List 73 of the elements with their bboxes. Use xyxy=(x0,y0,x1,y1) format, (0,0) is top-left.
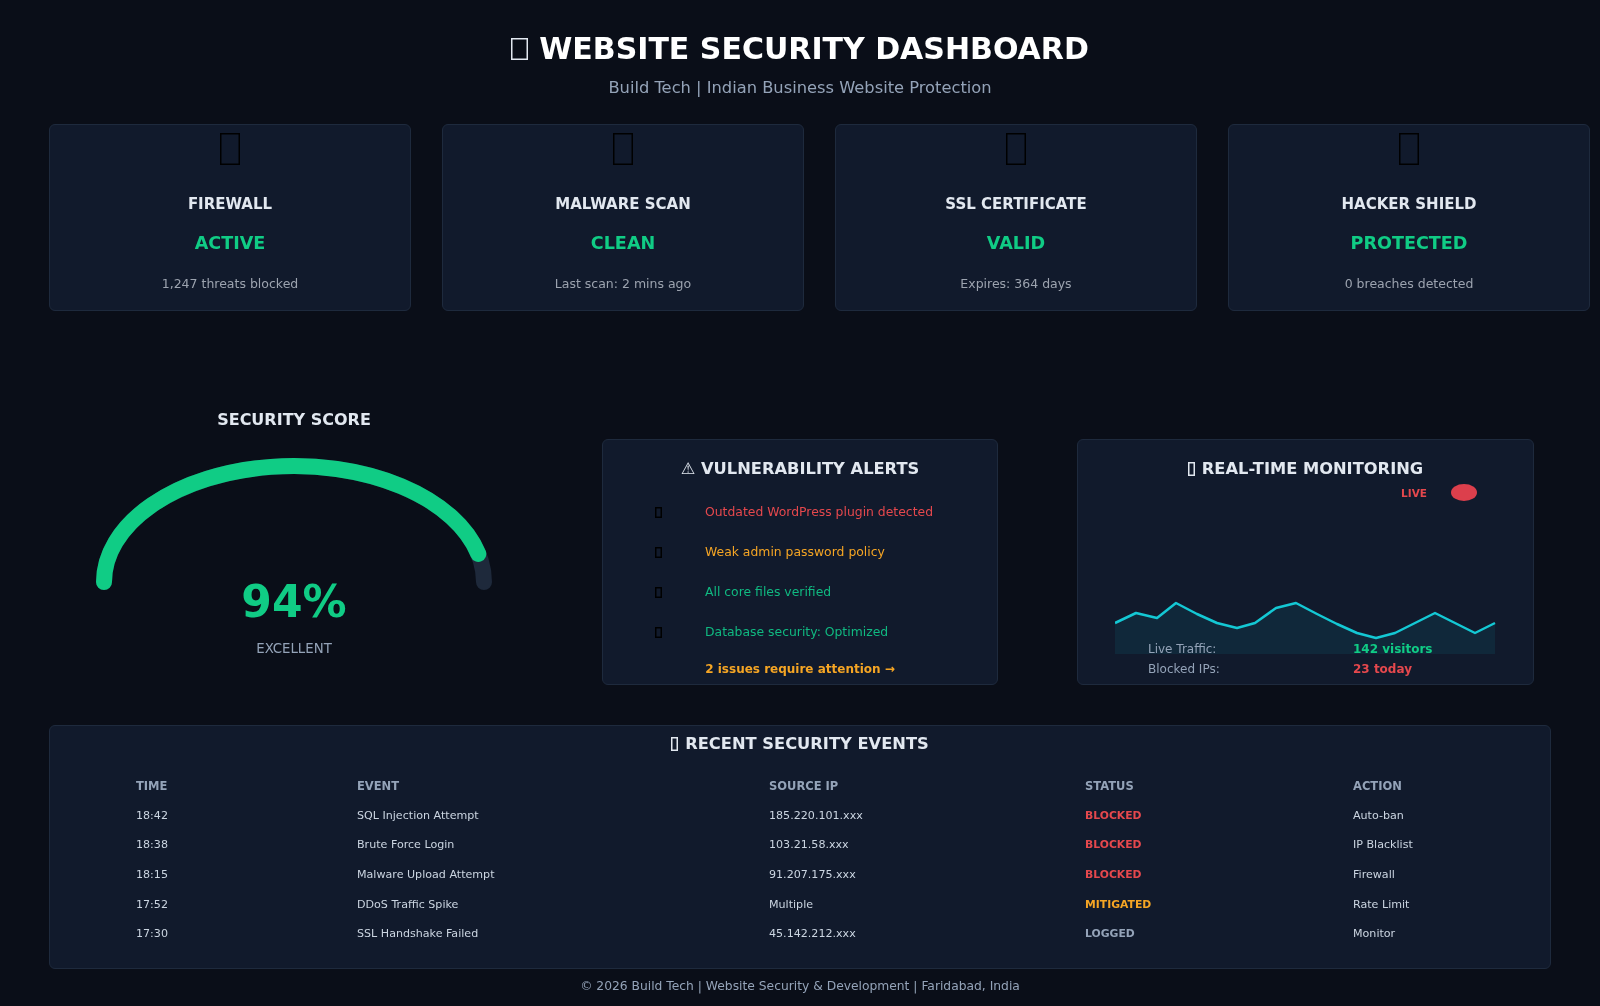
panel-title: REAL-TIME MONITORING xyxy=(1201,459,1424,479)
card-detail: 1,247 threats blocked xyxy=(161,276,299,292)
dashboard-subtitle: Build Tech | Indian Business Website Protection xyxy=(608,78,992,98)
missing-glyph-icon xyxy=(1399,133,1419,165)
live-label: LIVE xyxy=(1401,485,1427,500)
status-cell: MITIGATED xyxy=(1085,897,1152,912)
missing-glyph-icon xyxy=(613,133,633,165)
missing-glyph-icon xyxy=(1006,133,1026,165)
column-header: EVENT xyxy=(357,779,400,793)
action-cell: Rate Limit xyxy=(1353,897,1410,912)
event-cell: Brute Force Login xyxy=(357,838,455,853)
attention-link[interactable]: 2 issues require attention → xyxy=(705,661,895,677)
alert-text: Outdated WordPress plugin detected xyxy=(705,504,933,520)
time-cell: 17:52 xyxy=(136,897,168,912)
card-title: MALWARE SCAN xyxy=(555,195,691,213)
missing-glyph-icon xyxy=(1187,462,1195,476)
alert-text: Weak admin password policy xyxy=(705,544,885,560)
event-cell: SSL Handshake Failed xyxy=(357,927,479,942)
alert-text: Database security: Optimized xyxy=(705,624,889,640)
ip-cell: 185.220.101.xxx xyxy=(769,808,863,823)
ip-cell: 45.142.212.xxx xyxy=(769,927,856,942)
card-title: SSL CERTIFICATE xyxy=(945,195,1087,213)
column-header: ACTION xyxy=(1353,779,1402,793)
status-cell: BLOCKED xyxy=(1085,808,1142,823)
ip-cell: 103.21.58.xxx xyxy=(769,838,849,853)
status-cell: LOGGED xyxy=(1085,927,1135,942)
status-cell: BLOCKED xyxy=(1085,868,1142,882)
score-percentage: 94% xyxy=(241,576,347,628)
card-title: HACKER SHIELD xyxy=(1341,195,1477,213)
panel-title: RECENT SECURITY EVENTS xyxy=(685,734,929,754)
missing-glyph-icon xyxy=(220,133,240,165)
score-rating: EXCELLENT xyxy=(256,641,332,657)
missing-glyph-icon xyxy=(655,546,662,558)
card-detail: 0 breaches detected xyxy=(1344,276,1474,292)
alert-text: All core files verified xyxy=(705,584,832,600)
missing-glyph-icon xyxy=(671,737,679,751)
status-cell: BLOCKED xyxy=(1085,838,1142,853)
panel-title: ⚠ VULNERABILITY ALERTS xyxy=(680,459,920,479)
card-detail: Last scan: 2 mins ago xyxy=(554,276,692,292)
event-cell: SQL Injection Attempt xyxy=(357,808,479,823)
time-cell: 18:15 xyxy=(136,868,168,882)
card-detail: Expires: 364 days xyxy=(960,276,1072,292)
missing-glyph-icon xyxy=(511,38,529,60)
stat-value: 23 today xyxy=(1353,661,1412,677)
card-status: ACTIVE xyxy=(194,232,266,254)
card-title: FIREWALL xyxy=(187,195,273,213)
card-status: PROTECTED xyxy=(1350,232,1468,254)
missing-glyph-icon xyxy=(655,586,662,598)
card-status: VALID xyxy=(986,232,1046,254)
stat-label: Blocked IPs: xyxy=(1148,661,1220,677)
card-status: CLEAN xyxy=(590,232,656,254)
action-cell: Firewall xyxy=(1353,868,1395,882)
time-cell: 17:30 xyxy=(136,927,168,942)
event-cell: Malware Upload Attempt xyxy=(357,868,495,882)
column-header: TIME xyxy=(136,779,168,793)
ip-cell: 91.207.175.xxx xyxy=(769,868,856,882)
footer-text: © 2026 Build Tech | Website Security & Development | Faridabad, India xyxy=(580,978,1020,994)
action-cell: Auto-ban xyxy=(1353,808,1404,823)
dashboard-title: WEBSITE SECURITY DASHBOARD xyxy=(539,32,1089,66)
ip-cell: Multiple xyxy=(769,897,814,912)
column-header: SOURCE IP xyxy=(769,779,839,793)
stat-value: 142 visitors xyxy=(1353,641,1433,657)
column-header: STATUS xyxy=(1085,779,1134,793)
missing-glyph-icon xyxy=(655,626,662,638)
time-cell: 18:42 xyxy=(136,808,168,823)
live-dot-icon xyxy=(1451,484,1477,501)
action-cell: IP Blacklist xyxy=(1353,838,1413,853)
score-title: SECURITY SCORE xyxy=(217,410,371,430)
stat-label: Live Traffic: xyxy=(1148,641,1217,657)
action-cell: Monitor xyxy=(1353,927,1396,942)
missing-glyph-icon xyxy=(655,506,662,518)
time-cell: 18:38 xyxy=(136,838,168,853)
event-cell: DDoS Traffic Spike xyxy=(357,897,459,912)
